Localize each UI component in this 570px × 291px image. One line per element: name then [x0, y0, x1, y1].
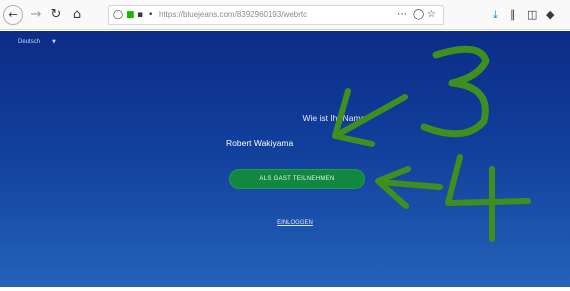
lock-icon[interactable]: ■ — [126, 8, 135, 22]
forward-arrow-icon[interactable]: → — [26, 5, 46, 25]
browser-toolbar: ← → ↻ ⌂ ◯ ■ ▪ • https://bluejeans.com/83… — [0, 0, 570, 30]
digit-3-annotation — [420, 45, 490, 138]
handwritten-annotations — [332, 45, 531, 242]
back-arrow-icon[interactable]: ← — [3, 5, 23, 25]
login-link[interactable]: EINLOGGEN — [270, 220, 320, 226]
microphone-icon[interactable]: • — [148, 8, 153, 22]
home-icon[interactable]: ⌂ — [67, 5, 87, 25]
arrow-annotation-4 — [375, 166, 411, 209]
name-field[interactable] — [226, 136, 366, 150]
library-icon[interactable]: ∥ — [510, 7, 516, 23]
chevron-down-icon: ▼ — [52, 39, 56, 45]
reload-icon[interactable]: ↻ — [46, 5, 66, 25]
shield-icon[interactable]: ◯ — [113, 8, 123, 22]
url-bar[interactable]: ◯ ■ ▪ • https://bluejeans.com/8392960193… — [108, 5, 444, 25]
star-icon[interactable]: ☆ — [427, 8, 436, 22]
pocket-icon[interactable]: ◯ — [413, 8, 424, 22]
digit-4-annotation — [445, 154, 531, 242]
language-label: Deutsch — [18, 39, 41, 45]
ellipsis-icon[interactable]: ⋯ — [397, 8, 407, 22]
page-viewport: Deutsch ▼ Wie ist Ihr Name? ALS GAST TEIL… — [0, 31, 570, 287]
join-as-guest-button[interactable]: ALS GAST TEILNEHMEN — [229, 169, 365, 189]
language-selector[interactable]: Deutsch ▼ — [18, 39, 56, 45]
bottom-strip — [0, 287, 570, 291]
download-icon[interactable]: ⤓ — [493, 7, 498, 23]
permissions-icon[interactable]: ▪ — [137, 8, 143, 22]
sidebar-icon[interactable]: ◫ — [527, 7, 537, 23]
name-question: Wie ist Ihr Name? — [302, 113, 370, 123]
extension-icon[interactable]: ◆ — [546, 7, 554, 23]
arrow-annotation-4-tail — [377, 179, 443, 190]
url-text[interactable]: https://bluejeans.com/8392960193/webrtc — [159, 8, 359, 22]
